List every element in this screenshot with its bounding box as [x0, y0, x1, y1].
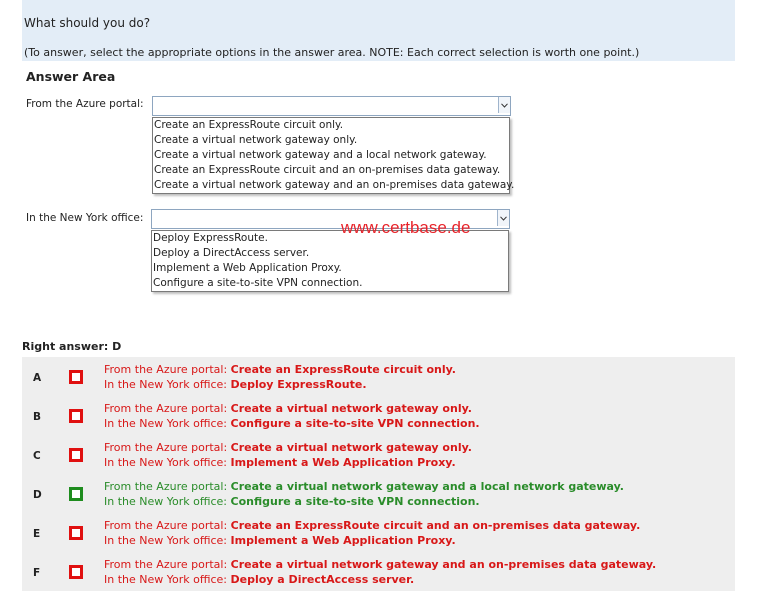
- result-value: Implement a Web Application Proxy.: [230, 534, 456, 547]
- result-text: From the Azure portal: Create a virtual …: [104, 557, 656, 587]
- azure-portal-option[interactable]: Create a virtual network gateway and an …: [153, 178, 514, 193]
- result-row: C From the Azure portal: Create a virtual…: [22, 435, 735, 474]
- result-value: Implement a Web Application Proxy.: [230, 456, 456, 469]
- incorrect-radio-icon[interactable]: [69, 565, 83, 579]
- result-text: From the Azure portal: Create a virtual …: [104, 479, 624, 509]
- question-prompt: What should you do?: [24, 16, 151, 30]
- result-label: In the New York office:: [104, 573, 228, 586]
- watermark: www.certbase.de: [341, 218, 471, 237]
- result-row: B From the Azure portal: Create a virtual…: [22, 396, 735, 435]
- result-label: In the New York office:: [104, 417, 228, 430]
- azure-portal-options: Create an ExpressRoute circuit only. Crea…: [152, 117, 514, 194]
- incorrect-radio-icon[interactable]: [69, 526, 83, 540]
- result-label: From the Azure portal:: [104, 558, 228, 571]
- new-york-office-option[interactable]: Deploy a DirectAccess server.: [152, 246, 508, 261]
- result-letter: A: [33, 372, 42, 384]
- result-text: From the Azure portal: Create a virtual …: [104, 401, 480, 431]
- result-label: From the Azure portal:: [104, 402, 228, 415]
- right-answer: Right answer: D: [22, 340, 122, 353]
- result-value: Create a virtual network gateway and a l…: [230, 480, 624, 493]
- result-label: From the Azure portal:: [104, 441, 228, 454]
- new-york-office-option[interactable]: Implement a Web Application Proxy.: [152, 261, 508, 276]
- correct-radio-icon[interactable]: [69, 487, 83, 501]
- result-value: Configure a site-to-site VPN connection.: [230, 417, 480, 430]
- result-letter: F: [33, 567, 41, 579]
- question-instructions: (To answer, select the appropriate optio…: [24, 46, 640, 59]
- result-row: A From the Azure portal: Create an Expres…: [22, 357, 735, 396]
- result-label: From the Azure portal:: [104, 519, 228, 532]
- result-label: In the New York office:: [104, 495, 228, 508]
- result-letter: E: [33, 528, 41, 540]
- result-value: Create a virtual network gateway only.: [230, 402, 472, 415]
- result-value: Create a virtual network gateway and an …: [230, 558, 657, 571]
- result-letter: C: [33, 450, 41, 462]
- result-row: F From the Azure portal: Create a virtual…: [22, 552, 735, 591]
- azure-portal-option[interactable]: Create an ExpressRoute circuit only.: [153, 118, 509, 133]
- new-york-office-options: Deploy ExpressRoute. Deploy a DirectAcces…: [151, 230, 509, 292]
- azure-portal-option[interactable]: Create a virtual network gateway and a l…: [153, 148, 509, 163]
- azure-portal-option[interactable]: Create a virtual network gateway only.: [153, 133, 509, 148]
- answer-area-title: Answer Area: [26, 69, 116, 84]
- result-label: In the New York office:: [104, 456, 228, 469]
- result-value: Configure a site-to-site VPN connection.: [230, 495, 480, 508]
- incorrect-radio-icon[interactable]: [69, 448, 83, 462]
- result-label: In the New York office:: [104, 534, 228, 547]
- result-value: Deploy a DirectAccess server.: [230, 573, 415, 586]
- result-text: From the Azure portal: Create an Express…: [104, 362, 456, 392]
- chevron-down-icon[interactable]: [498, 97, 510, 113]
- new-york-office-option[interactable]: Configure a site-to-site VPN connection.: [152, 276, 508, 291]
- result-value: Create an ExpressRoute circuit and an on…: [230, 519, 641, 532]
- result-value: Create an ExpressRoute circuit only.: [230, 363, 456, 376]
- result-label: In the New York office:: [104, 378, 228, 391]
- azure-portal-option[interactable]: Create an ExpressRoute circuit and an on…: [153, 163, 509, 178]
- new-york-office-label: In the New York office:: [26, 212, 144, 224]
- result-label: From the Azure portal:: [104, 363, 228, 376]
- result-letter: B: [33, 411, 42, 423]
- result-text: From the Azure portal: Create a virtual …: [104, 440, 472, 470]
- incorrect-radio-icon[interactable]: [69, 409, 83, 423]
- result-row: E From the Azure portal: Create an Expres…: [22, 513, 735, 552]
- azure-portal-select[interactable]: [152, 96, 511, 116]
- result-row: D From the Azure portal: Create a virtual…: [22, 474, 735, 513]
- result-label: From the Azure portal:: [104, 480, 228, 493]
- result-value: Create a virtual network gateway only.: [230, 441, 472, 454]
- result-letter: D: [33, 489, 42, 501]
- result-value: Deploy ExpressRoute.: [230, 378, 367, 391]
- incorrect-radio-icon[interactable]: [69, 370, 83, 384]
- result-text: From the Azure portal: Create an Express…: [104, 518, 640, 548]
- azure-portal-label: From the Azure portal:: [26, 98, 144, 110]
- results-list: A From the Azure portal: Create an Expres…: [22, 357, 735, 591]
- chevron-down-icon[interactable]: [497, 210, 509, 226]
